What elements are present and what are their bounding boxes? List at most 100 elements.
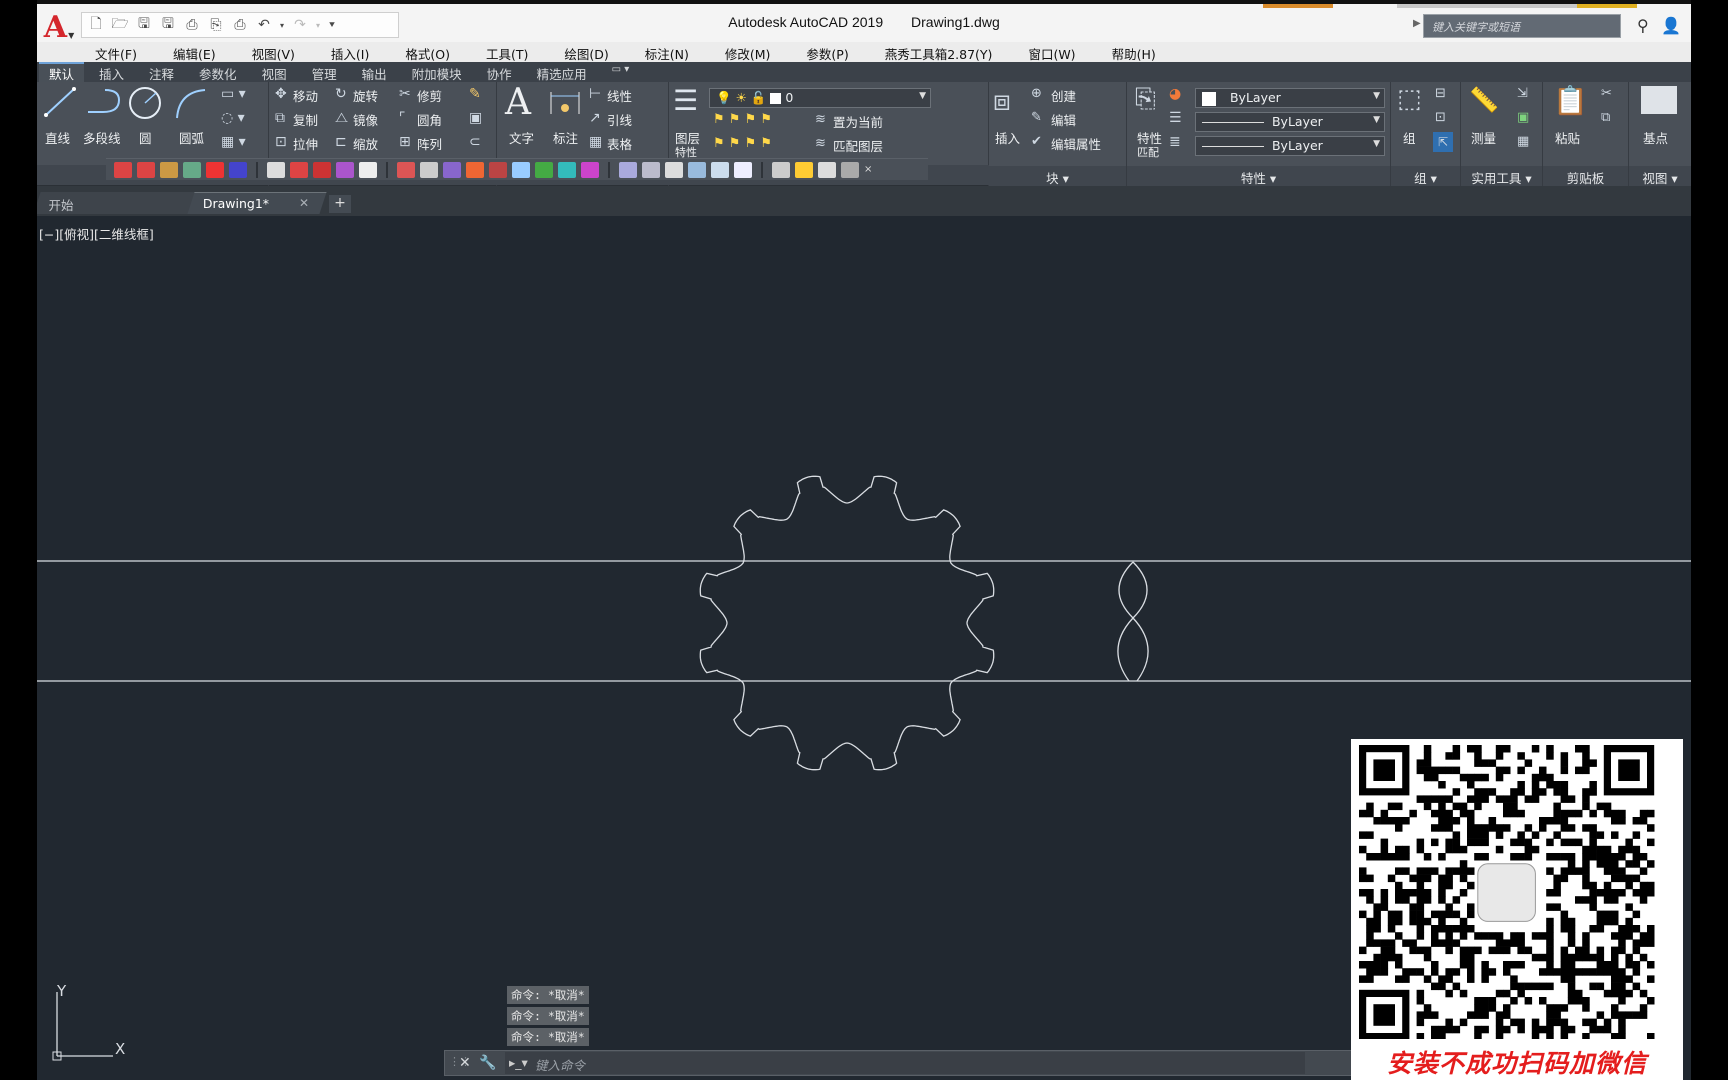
tab-annotate[interactable]: 注释 (139, 62, 184, 82)
scale-label[interactable]: 缩放 (353, 134, 378, 153)
layer-tools-icons[interactable]: ⚑ ⚑ ⚑ ⚑ (713, 112, 772, 127)
polyline-label[interactable]: 多段线 (83, 128, 121, 147)
layer-tools-icons-2[interactable]: ⚑ ⚑ ⚑ ⚑ (713, 136, 772, 151)
group-select-icon[interactable]: ⇱ (1433, 132, 1453, 152)
trim-icon[interactable]: ✂ (399, 86, 411, 102)
menu-window[interactable]: 窗口(W) (1028, 42, 1089, 62)
close-command-icon[interactable]: ✕ (459, 1055, 471, 1071)
measure-icon[interactable]: 📏 (1469, 86, 1499, 114)
tab-addins[interactable]: 附加模块 (402, 62, 472, 82)
copy-icon[interactable]: ⧉ (275, 110, 285, 126)
menu-view[interactable]: 视图(V) (252, 42, 309, 62)
base-view-icon[interactable] (1641, 86, 1677, 114)
groups-panel-title[interactable]: 组 ▾ (1391, 166, 1460, 186)
table-label[interactable]: 表格 (607, 134, 632, 153)
tooth-profile-curve[interactable] (1117, 561, 1134, 682)
toolbar-tool-icon[interactable] (535, 161, 553, 178)
gear-sprocket-profile[interactable] (699, 475, 995, 771)
match-properties-label2[interactable]: 匹配 (1137, 144, 1159, 160)
command-input[interactable]: ▸_▾ 键入命令 (505, 1052, 1305, 1074)
leader-label[interactable]: 引线 (607, 110, 632, 129)
tab-featured-apps[interactable]: 精选应用 (527, 62, 597, 82)
edit-attributes-label[interactable]: 编辑属性 (1051, 134, 1101, 153)
paste-icon[interactable]: 📋 (1553, 84, 1588, 117)
toolbar-tool-icon[interactable] (512, 161, 530, 178)
toolbar-tool-icon[interactable] (443, 161, 461, 178)
toolbar-tool-icon[interactable] (114, 161, 132, 178)
toolbar-tool-icon[interactable] (688, 161, 706, 178)
close-tab-icon[interactable]: ✕ (299, 196, 309, 210)
toolbar-tool-icon[interactable] (795, 161, 813, 178)
drawing-canvas[interactable]: [−][俯视][二维线框] Y X 命令: *取消* 命令: *取消* 命令: … (37, 216, 1691, 1080)
tab-parametric[interactable]: 参数化 (189, 62, 247, 82)
toolbar-tool-icon[interactable] (206, 161, 224, 178)
text-label[interactable]: 文字 (509, 128, 534, 147)
menu-file[interactable]: 文件(F) (95, 42, 151, 62)
application-menu-button[interactable]: A ▼ (39, 10, 79, 46)
menu-dimension[interactable]: 标注(N) (645, 42, 703, 62)
arc-label[interactable]: 圆弧 (179, 128, 204, 147)
toolbar-tool-icon[interactable] (336, 161, 354, 178)
toolbar-tool-icon[interactable] (267, 161, 285, 178)
insert-label[interactable]: 插入 (995, 128, 1020, 147)
stretch-icon[interactable]: ⊡ (275, 134, 287, 150)
toolbar-tool-icon[interactable] (734, 161, 752, 178)
lineweight-icon[interactable]: ≣ (1169, 134, 1181, 150)
toolbar-tool-icon[interactable] (841, 161, 859, 178)
properties-panel-title[interactable]: 特性 ▾ (1127, 166, 1390, 186)
undo-dropdown-icon[interactable]: ▾ (278, 16, 286, 34)
set-current-icon[interactable]: ≋ (815, 112, 826, 127)
table-icon[interactable]: ▦ (589, 134, 602, 150)
array-icon[interactable]: ⊞ (399, 134, 411, 150)
customize-qat-icon[interactable]: ⯆ (326, 16, 338, 34)
menu-help[interactable]: 帮助(H) (1112, 42, 1170, 62)
copy-clip-icon[interactable]: ⧉ (1601, 110, 1610, 125)
print-icon[interactable]: ⎙ (230, 16, 250, 34)
set-current-label[interactable]: 置为当前 (833, 112, 883, 131)
toolbar-tool-icon[interactable] (290, 161, 308, 178)
menu-insert[interactable]: 插入(I) (331, 42, 383, 62)
toolbar-tool-icon[interactable] (581, 161, 599, 178)
clipboard-panel-title[interactable]: 剪贴板 (1543, 166, 1628, 186)
lineweight-dropdown[interactable]: ByLayer ▼ (1195, 136, 1385, 156)
arc-icon[interactable] (173, 86, 209, 120)
toolbar-tool-icon[interactable] (313, 161, 331, 178)
paste-label[interactable]: 粘贴 (1555, 128, 1580, 147)
customize-wrench-icon[interactable]: 🔧 (479, 1055, 496, 1071)
mirror-icon[interactable]: ⧍ (335, 110, 348, 126)
toolbar-tool-icon[interactable] (558, 161, 576, 178)
linetype-icon[interactable]: ☰ (1169, 110, 1182, 126)
group-edit-icon[interactable]: ⊡ (1435, 110, 1446, 125)
group-icon[interactable]: ⬚ (1397, 84, 1422, 114)
toolbar-tool-icon[interactable] (489, 161, 507, 178)
menu-draw[interactable]: 绘图(D) (564, 42, 622, 62)
copy-label[interactable]: 复制 (293, 110, 318, 129)
toolbar-tool-icon[interactable] (397, 161, 415, 178)
view-panel-title[interactable]: 视图 ▾ (1629, 166, 1691, 186)
toolbar-tool-icon[interactable] (665, 161, 683, 178)
ungroup-icon[interactable]: ⊟ (1435, 86, 1446, 101)
move-icon[interactable]: ✥ (275, 86, 287, 102)
linear-icon[interactable]: ⊢ (589, 86, 601, 102)
tab-default[interactable]: 默认 (39, 62, 85, 82)
mirror-label[interactable]: 镜像 (353, 110, 378, 129)
leader-icon[interactable]: ↗ (589, 110, 601, 126)
select-all-icon[interactable]: ▣ (1517, 110, 1529, 125)
rotate-label[interactable]: 旋转 (353, 86, 378, 105)
tab-output[interactable]: 输出 (352, 62, 397, 82)
binoculars-icon[interactable]: ⚲ (1637, 16, 1649, 35)
offset-icon[interactable]: ⊂ (469, 134, 481, 150)
menu-parametric[interactable]: 参数(P) (806, 42, 862, 62)
save-as-icon[interactable]: 🖫 (158, 16, 178, 34)
color-dropdown[interactable]: ByLayer ▼ (1195, 88, 1385, 108)
match-layer-icon[interactable]: ≋ (815, 136, 826, 151)
toolbar-tool-icon[interactable] (359, 161, 377, 178)
polyline-icon[interactable] (85, 86, 123, 118)
explode-icon[interactable]: ▣ (469, 110, 482, 126)
layer-properties-icon[interactable]: ☰ (673, 84, 698, 117)
text-icon[interactable]: A (505, 82, 531, 123)
hatch-icon[interactable]: ▦ ▾ (221, 134, 246, 150)
fillet-icon[interactable]: ⌜ (399, 110, 406, 126)
insert-block-icon[interactable]: ⧈ (993, 84, 1011, 118)
toolbar-tool-icon[interactable] (772, 161, 790, 178)
